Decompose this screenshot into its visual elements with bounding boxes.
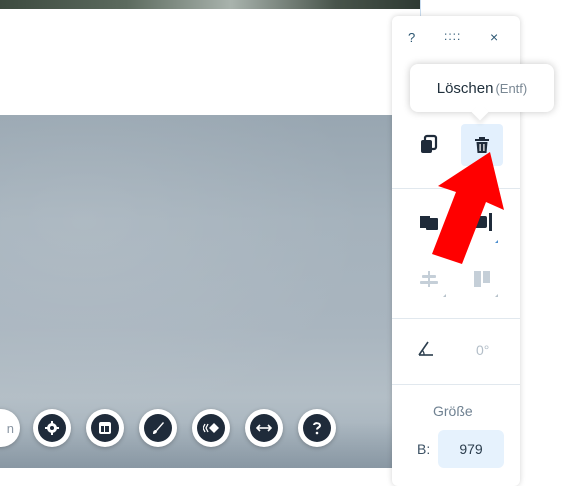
- match-size-icon: [474, 271, 490, 287]
- close-button[interactable]: ×: [490, 29, 498, 45]
- settings-button[interactable]: [33, 409, 71, 447]
- distribute-icon: [420, 271, 438, 287]
- divider: [392, 384, 520, 385]
- layout-button[interactable]: [86, 409, 124, 447]
- size-heading: Größe: [433, 403, 473, 419]
- help-link[interactable]: ?: [408, 30, 415, 45]
- design-button[interactable]: [139, 409, 177, 447]
- more-options-corner: [443, 294, 446, 297]
- stretch-button[interactable]: [245, 409, 283, 447]
- top-image-strip: [0, 0, 420, 9]
- rotation-icon: [418, 341, 433, 356]
- animation-icon: [197, 414, 225, 442]
- help-button[interactable]: [298, 409, 336, 447]
- tooltip-shortcut: (Entf): [495, 80, 528, 96]
- help-icon: [303, 414, 331, 442]
- red-arrow-annotation: [432, 152, 504, 264]
- delete-tooltip: Löschen (Entf): [410, 64, 554, 112]
- canvas-margin: [421, 0, 580, 9]
- tooltip-action: Löschen: [436, 79, 494, 97]
- stretch-icon: [250, 414, 278, 442]
- brush-icon: [144, 414, 172, 442]
- partial-button-label: n: [6, 420, 14, 436]
- gear-icon: [38, 414, 66, 442]
- layout-icon: [91, 414, 119, 442]
- drag-handle[interactable]: ::::: [444, 29, 461, 43]
- more-options-corner: [495, 294, 498, 297]
- rotation-value[interactable]: 0°: [476, 342, 489, 358]
- white-section: [0, 9, 420, 115]
- width-label: B:: [417, 441, 431, 457]
- animation-button[interactable]: [192, 409, 230, 447]
- divider: [392, 318, 520, 319]
- width-input[interactable]: [438, 430, 504, 468]
